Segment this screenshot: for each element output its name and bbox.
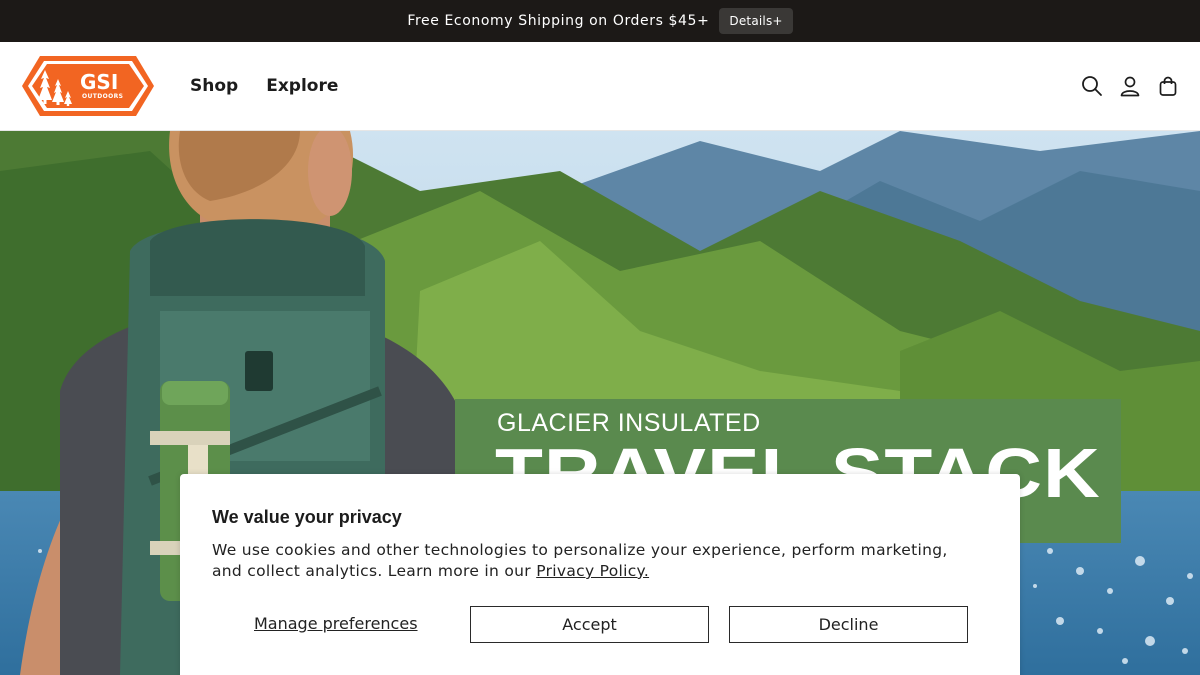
manage-preferences-link[interactable]: Manage preferences (254, 614, 418, 633)
nav-explore[interactable]: Explore (266, 76, 338, 96)
cookie-title: We value your privacy (212, 507, 402, 527)
announcement-bar: Free Economy Shipping on Orders $45+ Det… (0, 0, 1200, 42)
announcement-text: Free Economy Shipping on Orders $45+ (407, 13, 710, 29)
details-button[interactable]: Details+ (719, 8, 793, 34)
accept-button[interactable]: Accept (470, 606, 709, 643)
logo-brand-text: GSI (80, 70, 118, 94)
main-nav: Shop Explore (190, 42, 338, 130)
cookie-body: We use cookies and other technologies to… (212, 540, 982, 582)
site-header: GSI OUTDOORS Shop Explore (0, 42, 1200, 131)
privacy-policy-link[interactable]: Privacy Policy. (536, 562, 649, 580)
search-icon[interactable] (1080, 74, 1104, 98)
cookie-consent-banner: We value your privacy We use cookies and… (180, 474, 1020, 675)
logo-sub-text: OUTDOORS (82, 93, 123, 100)
account-icon[interactable] (1118, 74, 1142, 98)
nav-shop[interactable]: Shop (190, 76, 238, 96)
gsi-outdoors-logo[interactable]: GSI OUTDOORS (20, 54, 158, 118)
header-icons (1080, 42, 1180, 130)
cart-icon[interactable] (1156, 74, 1180, 98)
decline-button[interactable]: Decline (729, 606, 968, 643)
